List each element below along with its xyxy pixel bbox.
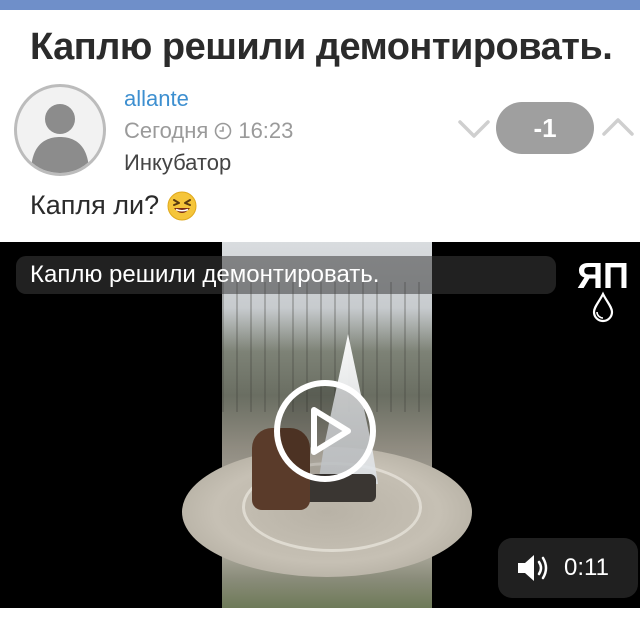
logo-text: ЯП (577, 255, 629, 296)
yap-logo-icon: ЯП (577, 255, 629, 323)
video-overlay-title: Каплю решили демонтировать. (16, 256, 556, 294)
laughing-emoji-icon (167, 191, 197, 220)
video-player[interactable]: Каплю решили демонтировать. ЯП 0:11 (0, 242, 640, 608)
vote-down-icon[interactable] (456, 114, 492, 144)
video-controls: 0:11 (498, 538, 638, 598)
speaker-icon[interactable] (516, 553, 550, 583)
avatar[interactable] (14, 84, 106, 176)
top-bar (0, 0, 640, 10)
bottom-separator (0, 608, 640, 628)
post-title[interactable]: Каплю решили демонтировать. (30, 26, 613, 69)
date-label: Сегодня (124, 118, 209, 143)
community-link[interactable]: Инкубатор (124, 150, 231, 176)
video-duration: 0:11 (564, 554, 609, 581)
user-placeholder-icon (31, 104, 89, 173)
author-link[interactable]: allante (124, 86, 189, 112)
post-meta: Сегодня 16:23 (124, 118, 293, 144)
rating-badge: -1 (496, 102, 594, 154)
time-label: 16:23 (238, 118, 294, 143)
post-body: Капля ли? (30, 190, 197, 221)
vote-up-icon[interactable] (600, 112, 636, 142)
post-text: Капля ли? (30, 190, 160, 220)
play-icon[interactable] (272, 378, 378, 484)
clock-icon (215, 122, 232, 140)
